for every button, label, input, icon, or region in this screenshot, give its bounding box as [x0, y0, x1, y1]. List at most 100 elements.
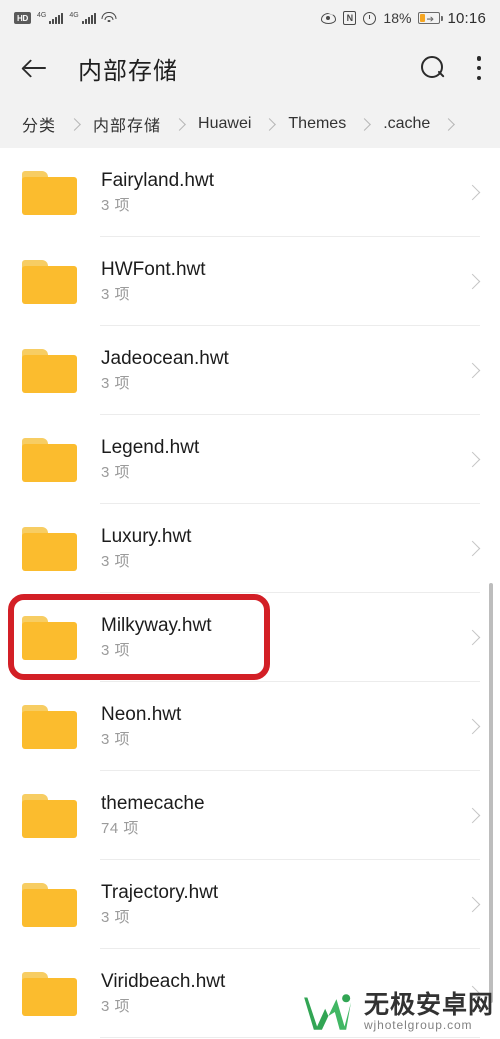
- watermark-logo-icon: [304, 994, 351, 1030]
- file-row-text: Neon.hwt 3 项: [101, 705, 181, 748]
- watermark-url: wjhotelgroup.com: [363, 1018, 473, 1032]
- breadcrumb-separator-icon: [68, 117, 81, 131]
- file-name-label: HWFont.hwt: [101, 259, 206, 281]
- page-title: 内部存储: [78, 57, 178, 85]
- chevron-right-icon[interactable]: [464, 540, 481, 557]
- signal-icon-sim2: 4G: [69, 12, 96, 24]
- eye-comfort-icon: [321, 12, 337, 24]
- back-arrow-icon[interactable]: [18, 51, 52, 85]
- file-item-count-label: 3 项: [101, 998, 131, 1016]
- chevron-right-icon[interactable]: [464, 718, 481, 735]
- overflow-menu-icon[interactable]: [476, 56, 482, 80]
- file-row-text: HWFont.hwt 3 项: [101, 260, 206, 303]
- watermark: 无极安卓网 wjhotelgroup.com: [304, 991, 494, 1033]
- file-list-row[interactable]: HWFont.hwt 3 项: [0, 237, 500, 326]
- file-list-row[interactable]: Fairyland.hwt 3 项: [0, 148, 500, 237]
- file-name-label: Luxury.hwt: [101, 526, 192, 548]
- file-list-row[interactable]: Trajectory.hwt 3 项: [0, 860, 500, 949]
- chevron-right-icon[interactable]: [464, 273, 481, 290]
- file-name-label: Legend.hwt: [101, 437, 200, 459]
- file-list-row[interactable]: Luxury.hwt 3 项: [0, 504, 500, 593]
- chevron-right-icon[interactable]: [464, 629, 481, 646]
- file-row-text: Viridbeach.hwt 3 项: [101, 972, 225, 1015]
- file-item-count-label: 3 项: [101, 642, 131, 660]
- file-name-label: Fairyland.hwt: [101, 170, 214, 192]
- file-list-row[interactable]: Jadeocean.hwt 3 项: [0, 326, 500, 415]
- file-name-label: Neon.hwt: [101, 704, 182, 726]
- file-name-label: Milkyway.hwt: [101, 615, 212, 637]
- status-bar: HD 4G 4G N 18% ➔ 10:16: [0, 0, 500, 36]
- file-name-label: Trajectory.hwt: [101, 882, 219, 904]
- folder-icon: [22, 170, 77, 215]
- search-icon[interactable]: [420, 55, 446, 81]
- file-row-text: Jadeocean.hwt 3 项: [101, 349, 229, 392]
- battery-percent-label: 18%: [383, 10, 412, 26]
- folder-icon: [22, 793, 77, 838]
- breadcrumb-separator-icon: [173, 117, 186, 131]
- breadcrumb-separator-icon: [358, 117, 372, 131]
- phone-screen: HD 4G 4G N 18% ➔ 10:16 内部存储 分类 内部存储 Huaw…: [0, 0, 500, 1039]
- file-name-label: themecache: [101, 793, 205, 815]
- folder-icon: [22, 971, 77, 1016]
- file-row-text: Trajectory.hwt 3 项: [101, 883, 218, 926]
- folder-icon: [22, 704, 77, 749]
- wifi-icon: [101, 12, 117, 24]
- signal-bars-sim1: [49, 12, 64, 24]
- breadcrumb-item-1[interactable]: 内部存储: [93, 112, 161, 136]
- alarm-clock-icon: [363, 11, 377, 25]
- signal-bars-sim2: [81, 12, 96, 24]
- file-item-count-label: 3 项: [101, 197, 131, 215]
- file-list[interactable]: Fairyland.hwt 3 项 HWFont.hwt 3 项 Jadeocean.h…: [0, 148, 500, 1039]
- breadcrumb-item-3[interactable]: Themes: [288, 115, 346, 133]
- folder-icon: [22, 526, 77, 571]
- file-list-row[interactable]: Neon.hwt 3 项: [0, 682, 500, 771]
- status-bar-left: HD 4G 4G: [14, 12, 117, 24]
- app-bar: 内部存储: [0, 36, 500, 100]
- file-row-text: Milkyway.hwt 3 项: [101, 616, 212, 659]
- battery-icon: ➔: [418, 12, 443, 24]
- file-row-text: themecache 74 项: [101, 794, 205, 837]
- vertical-scrollbar[interactable]: [489, 583, 493, 1003]
- breadcrumb-separator-icon: [442, 117, 456, 131]
- chevron-right-icon[interactable]: [464, 451, 481, 468]
- nfc-icon: N: [343, 11, 357, 25]
- file-row-text: Fairyland.hwt 3 项: [101, 171, 214, 214]
- file-item-count-label: 3 项: [101, 553, 131, 571]
- file-list-row[interactable]: themecache 74 项: [0, 771, 500, 860]
- folder-icon: [22, 259, 77, 304]
- network-type-label-sim2: 4G: [69, 12, 79, 19]
- file-row-text: Luxury.hwt 3 项: [101, 527, 191, 570]
- file-row-text: Legend.hwt 3 项: [101, 438, 199, 481]
- chevron-right-icon[interactable]: [464, 896, 481, 913]
- app-bar-actions: [420, 55, 482, 81]
- folder-icon: [22, 348, 77, 393]
- folder-icon: [22, 437, 77, 482]
- file-item-count-label: 3 项: [101, 464, 131, 482]
- breadcrumb: 分类 内部存储 Huawei Themes .cache: [0, 100, 500, 148]
- chevron-right-icon[interactable]: [464, 184, 481, 201]
- file-item-count-label: 3 项: [101, 909, 131, 927]
- clock-label: 10:16: [447, 9, 486, 27]
- chevron-right-icon[interactable]: [464, 807, 481, 824]
- file-item-count-label: 74 项: [101, 820, 139, 838]
- hd-call-icon: HD: [14, 12, 31, 24]
- breadcrumb-item-4[interactable]: .cache: [383, 115, 430, 133]
- network-type-label-sim1: 4G: [37, 12, 47, 19]
- file-list-row[interactable]: Milkyway.hwt 3 项: [0, 593, 500, 682]
- watermark-site-name: 无极安卓网: [363, 991, 494, 1019]
- file-name-label: Viridbeach.hwt: [101, 971, 226, 993]
- folder-icon: [22, 615, 77, 660]
- file-item-count-label: 3 项: [101, 375, 131, 393]
- file-item-count-label: 3 项: [101, 286, 131, 304]
- watermark-text: 无极安卓网 wjhotelgroup.com: [363, 991, 494, 1032]
- chevron-right-icon[interactable]: [464, 362, 481, 379]
- signal-icon-sim1: 4G: [37, 12, 64, 24]
- folder-icon: [22, 882, 77, 927]
- breadcrumb-item-2[interactable]: Huawei: [198, 115, 251, 133]
- file-name-label: Jadeocean.hwt: [101, 348, 229, 370]
- file-list-row[interactable]: Legend.hwt 3 项: [0, 415, 500, 504]
- file-item-count-label: 3 项: [101, 731, 131, 749]
- status-bar-right: N 18% ➔ 10:16: [321, 10, 486, 27]
- breadcrumb-item-0[interactable]: 分类: [22, 112, 56, 136]
- breadcrumb-separator-icon: [263, 117, 277, 131]
